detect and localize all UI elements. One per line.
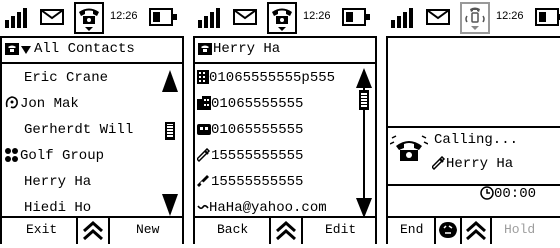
phone-menu-button[interactable] — [74, 2, 104, 34]
status-bar: 12:26 — [193, 0, 377, 38]
phone-icon — [79, 8, 99, 31]
home-building-icon — [197, 96, 211, 111]
double-chevron-up-icon — [466, 220, 486, 241]
phonebook-icon — [5, 43, 19, 55]
contact-item[interactable]: Jon Mak — [4, 92, 79, 116]
entry-value: HaHa@yahoo.com — [209, 200, 327, 216]
caller-name: Herry Ha — [446, 156, 514, 172]
scroll-down-arrow-icon[interactable] — [162, 194, 178, 216]
entry-value: 15555555555 — [211, 148, 304, 164]
softkey-bar: Exit New — [0, 216, 184, 244]
clock-time: 12:26 — [303, 10, 331, 22]
entry-value: 01065555555p555 — [209, 70, 336, 86]
new-softkey[interactable]: New — [136, 222, 159, 237]
speaker-button[interactable] — [434, 218, 462, 244]
call-info-panel: Calling... Herry Ha — [386, 126, 560, 186]
menu-up-button[interactable] — [76, 218, 110, 244]
dropdown-arrow-icon[interactable] — [21, 46, 31, 54]
page-title: Herry Ha — [213, 41, 281, 57]
double-chevron-up-icon — [276, 220, 296, 241]
contact-name: Golf Group — [20, 148, 105, 164]
double-chevron-up-icon — [83, 220, 103, 241]
clock-icon — [480, 186, 494, 201]
hold-softkey[interactable]: Hold — [504, 222, 535, 237]
page-title: All Contacts — [34, 41, 135, 57]
status-bar: 12:26 — [386, 0, 560, 38]
signal-strength-icon — [198, 8, 226, 28]
contact-item[interactable]: Golf Group — [4, 144, 104, 168]
mobile-phone-icon — [432, 156, 446, 171]
battery-icon — [149, 8, 177, 26]
call-timer: 00:00 — [480, 186, 536, 202]
status-bar: 12:26 — [0, 0, 184, 38]
contacts-screen: 12:26 All Contacts Eric Crane Jon Mak Ge… — [0, 0, 184, 244]
fax-number-item[interactable]: 01065555555 — [197, 118, 303, 142]
entry-value: 15555555555 — [211, 174, 304, 190]
fax-icon — [197, 124, 211, 136]
group-icon — [5, 148, 18, 163]
contact-entries-list: 01065555555p555 01065555555 01065555555 … — [193, 64, 377, 218]
email-icon — [197, 205, 209, 210]
contact-header: Herry Ha — [193, 38, 377, 64]
menu-up-button[interactable] — [460, 218, 492, 244]
mobile-number-item[interactable]: 15555555555 — [197, 144, 303, 168]
contact-item[interactable]: Eric Crane — [24, 66, 108, 90]
office-number-item[interactable]: 01065555555p555 — [197, 66, 335, 90]
signal-strength-icon — [5, 8, 33, 28]
office-building-icon — [197, 70, 209, 85]
contact-item[interactable]: Herry Ha — [24, 170, 91, 194]
softkey-bar: Back Edit — [193, 216, 377, 244]
mobile-number-2-item[interactable]: 15555555555 — [197, 170, 303, 194]
contact-name: Jon Mak — [20, 96, 79, 112]
phone-icon — [272, 8, 292, 31]
phone-menu-button[interactable] — [267, 2, 297, 34]
phonebook-icon — [198, 43, 212, 55]
speakerphone-icon — [439, 222, 457, 238]
entry-value: 01065555555 — [211, 122, 304, 138]
calling-phone-icon — [390, 135, 428, 161]
contact-name: Eric Crane — [24, 70, 109, 86]
message-envelope-icon[interactable] — [426, 9, 450, 25]
phone-menu-button — [460, 2, 490, 34]
contact-name: Gerherdt Will — [24, 122, 134, 138]
call-status: Calling... — [434, 132, 519, 148]
back-softkey[interactable]: Back — [217, 222, 248, 237]
message-envelope-icon[interactable] — [40, 9, 64, 25]
contact-item[interactable]: Gerherdt Will — [24, 118, 133, 142]
exit-softkey[interactable]: Exit — [26, 222, 57, 237]
scrollbar-thumb[interactable] — [359, 90, 369, 110]
calling-screen: 12:26 Calling... Herry Ha 00:00 End Hold — [386, 0, 560, 244]
message-envelope-icon[interactable] — [233, 9, 257, 25]
menu-up-button[interactable] — [269, 218, 303, 244]
home-number-item[interactable]: 01065555555 — [197, 92, 303, 116]
mobile-phone-icon — [197, 148, 211, 163]
battery-icon — [535, 8, 560, 26]
scroll-up-arrow-icon[interactable] — [162, 70, 178, 92]
scrollbar-thumb[interactable] — [165, 122, 175, 140]
contacts-filter-header[interactable]: All Contacts — [0, 38, 184, 64]
ringing-phone-icon — [465, 7, 485, 30]
contact-detail-screen: 12:26 Herry Ha 01065555555p555 010655555… — [193, 0, 377, 244]
edit-softkey[interactable]: Edit — [325, 222, 356, 237]
softkey-bar: End Hold — [386, 216, 560, 244]
call-timer-value: 00:00 — [494, 186, 537, 202]
person-outline-icon — [5, 96, 18, 109]
contact-name: Herry Ha — [24, 174, 92, 190]
signal-strength-icon — [391, 8, 419, 28]
mobile-phone-alt-icon — [197, 175, 209, 188]
caller-name-row: Herry Ha — [432, 156, 513, 172]
battery-icon — [342, 8, 370, 26]
contacts-list: Eric Crane Jon Mak Gerherdt Will Golf Gr… — [0, 64, 184, 218]
contact-name: Hiedi Ho — [24, 200, 92, 216]
end-call-softkey[interactable]: End — [400, 222, 423, 237]
entry-value: 01065555555 — [211, 96, 304, 112]
clock-time: 12:26 — [496, 10, 524, 22]
clock-time: 12:26 — [110, 10, 138, 22]
